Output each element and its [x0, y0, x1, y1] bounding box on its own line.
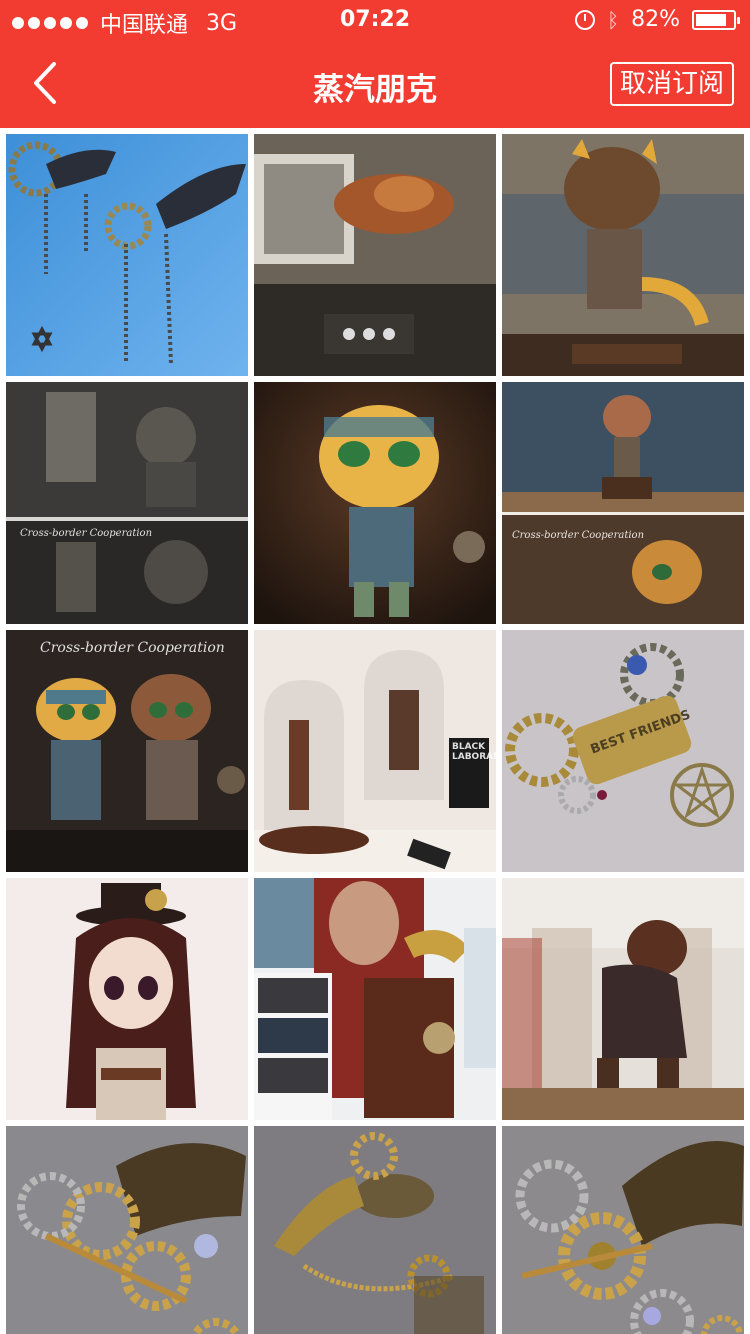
- unsubscribe-button[interactable]: 取消订阅: [609, 62, 734, 106]
- photo-thumbnail[interactable]: Cross-border Cooperation: [6, 382, 248, 624]
- photo-thumbnail[interactable]: [254, 878, 496, 1120]
- photo-thumbnail[interactable]: [254, 382, 496, 624]
- battery-percent: 82%: [631, 7, 680, 32]
- photo-thumbnail[interactable]: [502, 878, 744, 1120]
- status-right: ᛒ 82%: [575, 7, 740, 32]
- status-bar: 中国联通 3G 07:22 ᛒ 82%: [0, 0, 750, 40]
- photo-thumbnail[interactable]: [6, 134, 248, 376]
- photo-thumbnail[interactable]: Cross-border Cooperation: [502, 382, 744, 624]
- photo-thumbnail[interactable]: [6, 878, 248, 1120]
- photo-thumbnail[interactable]: BLACK LABORARY: [254, 630, 496, 872]
- photo-thumbnail[interactable]: Cross-border Cooperation: [6, 630, 248, 872]
- alarm-icon: [575, 9, 596, 30]
- photo-thumbnail[interactable]: [502, 134, 744, 376]
- photo-caption: BLACK LABORARY: [452, 742, 496, 762]
- app-header: 中国联通 3G 07:22 ᛒ 82% 蒸汽朋克 取消订阅: [0, 0, 750, 128]
- photo-thumbnail[interactable]: [502, 1126, 744, 1334]
- photo-caption: Cross-border Cooperation: [20, 528, 153, 539]
- chevron-left-icon: [34, 62, 56, 104]
- photo-thumbnail[interactable]: BEST FRIENDS: [502, 630, 744, 872]
- bluetooth-icon: ᛒ: [607, 7, 620, 32]
- photo-thumbnail[interactable]: [254, 134, 496, 376]
- photo-caption: Cross-border Cooperation: [512, 530, 645, 541]
- back-button[interactable]: [24, 58, 74, 108]
- photo-thumbnail[interactable]: [6, 1126, 248, 1334]
- photo-thumbnail[interactable]: [254, 1126, 496, 1334]
- battery-icon: [692, 9, 740, 30]
- photo-caption: Cross-border Cooperation: [40, 640, 225, 656]
- nav-bar: 蒸汽朋克 取消订阅: [0, 40, 750, 128]
- photo-grid: Cross-border Cooperation Cross-border Co…: [0, 128, 750, 1334]
